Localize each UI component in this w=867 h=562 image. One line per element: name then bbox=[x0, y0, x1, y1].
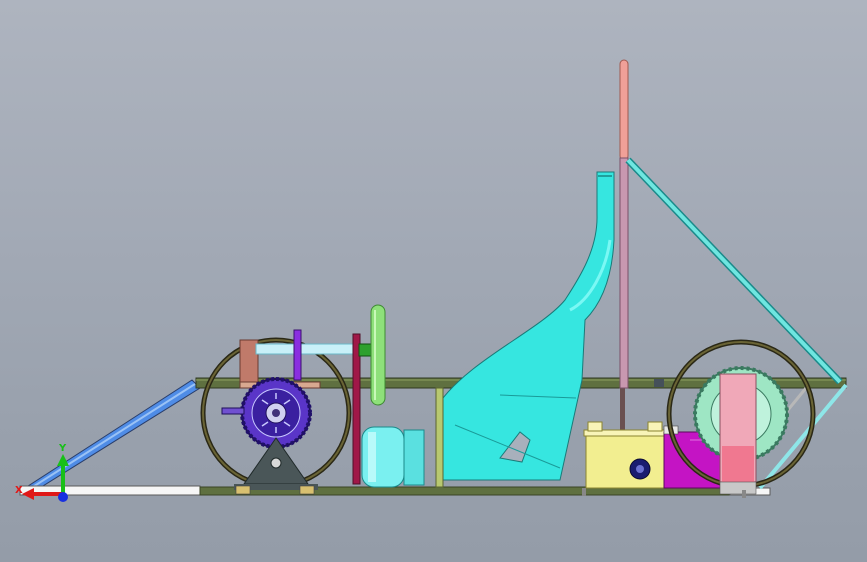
x-axis-arrow bbox=[30, 492, 63, 496]
rollbar-upright[interactable] bbox=[619, 59, 629, 389]
engine-cylinder[interactable] bbox=[361, 426, 425, 488]
cad-viewport[interactable]: Y X bbox=[0, 0, 867, 562]
x-axis-label: X bbox=[15, 485, 23, 496]
fuel-tank[interactable] bbox=[583, 421, 667, 489]
z-axis-dot bbox=[58, 492, 68, 502]
y-axis-label: Y bbox=[59, 443, 67, 454]
rollbar-brace[interactable] bbox=[625, 157, 843, 385]
kart-assembly-side-view[interactable] bbox=[0, 0, 867, 562]
front-diagonal-tube[interactable] bbox=[20, 379, 201, 495]
axle-mount-plate[interactable] bbox=[719, 373, 757, 495]
front-sprocket[interactable] bbox=[221, 377, 312, 449]
front-axle-stand[interactable] bbox=[234, 437, 318, 495]
steering-wheel[interactable] bbox=[370, 304, 386, 406]
